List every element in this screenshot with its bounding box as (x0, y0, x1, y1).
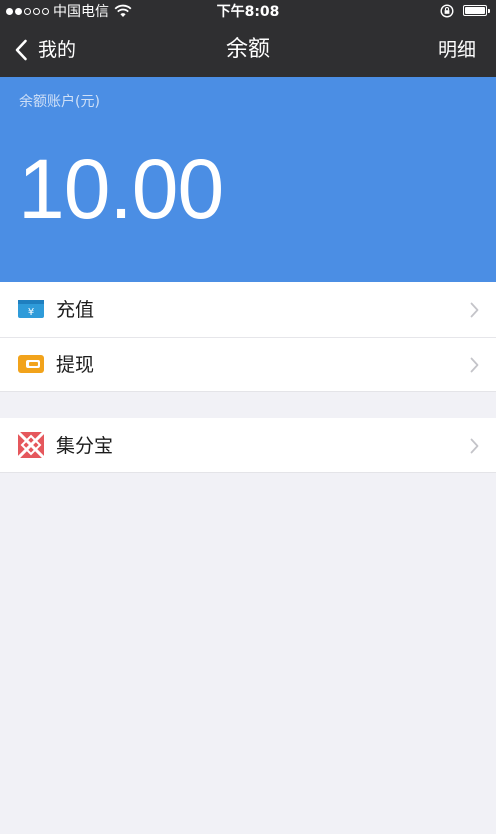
chevron-right-icon (470, 438, 479, 454)
top-chrome: 中国电信 下午8:08 我的 余额 明细 (0, 0, 496, 77)
status-time: 下午8:08 (216, 4, 280, 20)
wallet-icon (18, 355, 44, 373)
orientation-lock-icon (440, 4, 454, 18)
jifenbao-row[interactable]: 集分宝 (0, 418, 496, 473)
recharge-card-icon: ¥ (18, 300, 44, 318)
recharge-row[interactable]: ¥ 充值 (0, 282, 496, 337)
jifenbao-label: 集分宝 (56, 435, 114, 457)
funds-menu: ¥ 充值 提现 (0, 282, 496, 392)
withdraw-label: 提现 (56, 354, 95, 376)
recharge-label: 充值 (56, 299, 95, 321)
status-bar: 中国电信 下午8:08 (0, 0, 496, 25)
svg-text:¥: ¥ (28, 307, 34, 318)
balance-card: 余额账户(元) 10.00 (0, 77, 496, 282)
withdraw-row[interactable]: 提现 (0, 337, 496, 392)
balance-screen: 中国电信 下午8:08 我的 余额 明细 余额账户(元) 10.00 ¥ 充值 … (0, 0, 496, 834)
balance-amount: 10.00 (18, 142, 224, 236)
jifenbao-icon (17, 431, 45, 459)
nav-bar: 我的 余额 明细 (0, 25, 496, 77)
details-button[interactable]: 明细 (438, 39, 476, 61)
page-title: 余额 (225, 37, 270, 62)
points-menu: 集分宝 (0, 418, 496, 473)
chevron-right-icon (470, 357, 479, 373)
chevron-right-icon (470, 302, 479, 318)
battery-icon (463, 5, 490, 16)
balance-label: 余额账户(元) (19, 94, 100, 110)
